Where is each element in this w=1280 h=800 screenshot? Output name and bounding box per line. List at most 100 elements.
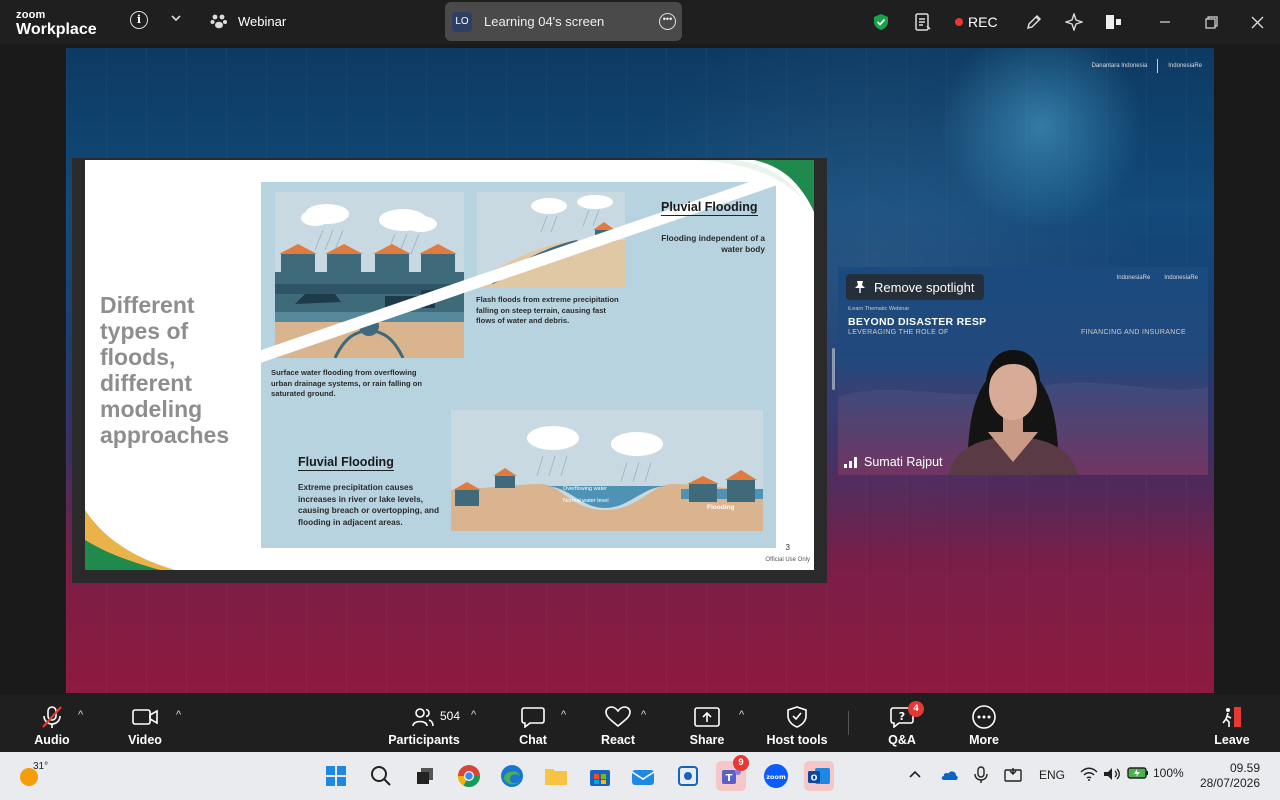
file-explorer-taskbar-button[interactable] [541, 761, 571, 791]
shared-screen[interactable]: Different types of floods, different mod… [72, 158, 827, 583]
banner-subtitle: iLearn Thematic Webinar [848, 306, 910, 312]
more-button[interactable]: More [964, 704, 1004, 747]
chrome-taskbar-button[interactable] [454, 761, 484, 791]
task-view-button[interactable] [410, 761, 440, 791]
notes-icon[interactable] [913, 10, 933, 34]
remove-spotlight-label: Remove spotlight [874, 279, 975, 295]
minimize-icon[interactable] [1156, 10, 1174, 34]
task-view-icon [417, 768, 433, 784]
chat-bubble-icon [521, 707, 545, 728]
participants-paw-icon [210, 14, 227, 29]
start-button[interactable] [321, 761, 351, 791]
chat-button[interactable]: Chat [513, 704, 553, 747]
sharer-avatar: LO [452, 11, 472, 32]
store-taskbar-button[interactable] [585, 761, 615, 791]
share-button[interactable]: Share [687, 704, 727, 747]
video-label: Video [128, 733, 162, 747]
edge-taskbar-button[interactable] [497, 761, 527, 791]
leave-label: Leave [1214, 733, 1250, 747]
react-options-caret-icon[interactable]: ^ [641, 709, 646, 721]
webinar-indicator[interactable]: Webinar [210, 13, 286, 29]
search-icon [371, 766, 391, 786]
overflow-label: Overflowing water [563, 486, 608, 492]
qa-badge: 4 [908, 701, 924, 717]
flood-types-infographic: Overflowing water Normal water level Flo… [261, 182, 776, 548]
zoom-workplace-logo: zoom Workplace [16, 10, 97, 38]
snipping-tool-taskbar-button[interactable] [673, 761, 703, 791]
chrome-icon [458, 765, 480, 787]
restore-icon[interactable] [1202, 10, 1220, 34]
ai-companion-icon[interactable] [1064, 10, 1084, 34]
microphone-tray-icon[interactable] [974, 766, 988, 787]
audio-options-caret-icon[interactable]: ^ [78, 709, 83, 721]
remove-spotlight-button[interactable]: Remove spotlight [846, 274, 985, 300]
audio-button[interactable]: Audio [30, 704, 74, 747]
store-icon [590, 770, 610, 786]
wifi-icon[interactable] [1080, 767, 1098, 784]
system-clock[interactable]: 09.59 28/07/2026 [1200, 761, 1260, 791]
chat-options-caret-icon[interactable]: ^ [561, 709, 566, 721]
surface-flood-caption: Surface water flooding from overflowing … [271, 368, 423, 398]
pluvial-title: Pluvial Flooding [661, 200, 758, 216]
recording-indicator[interactable]: REC [955, 10, 998, 34]
mail-taskbar-button[interactable] [628, 761, 658, 791]
outlook-icon: O [808, 768, 830, 784]
video-button[interactable]: Video [122, 704, 168, 747]
battery-indicator[interactable]: 100% [1127, 766, 1184, 780]
show-hidden-icons-button[interactable] [909, 768, 921, 782]
info-icon[interactable]: i [130, 11, 148, 29]
toolbar-divider [848, 711, 849, 735]
meeting-stage: Danantara Indonesia IndonesiaRe Differen… [66, 48, 1214, 693]
participant-video-feed [948, 350, 1078, 475]
participants-label: Participants [388, 733, 460, 747]
slide-page-number: 3 [785, 543, 790, 552]
close-icon[interactable] [1248, 10, 1266, 34]
teams-taskbar-button[interactable]: T 9 [716, 755, 749, 791]
svg-text:?: ? [899, 710, 905, 723]
qa-label: Q&A [888, 733, 916, 747]
logo-text-bottom: Workplace [16, 21, 97, 38]
search-button[interactable] [366, 761, 396, 791]
zoom-taskbar-button[interactable]: zoom [761, 761, 791, 791]
zoom-icon: zoom [764, 764, 788, 788]
react-button[interactable]: React [598, 704, 638, 747]
video-logo-a: IndonesiaRe [1116, 275, 1151, 281]
participants-options-caret-icon[interactable]: ^ [471, 709, 476, 721]
react-label: React [600, 733, 636, 747]
participant-name-tag: Sumati Rajput [844, 455, 943, 469]
host-tools-button[interactable]: Host tools [764, 704, 830, 747]
presentation-slide: Different types of floods, different mod… [85, 160, 814, 570]
share-label: Share [689, 733, 725, 747]
annotate-pen-icon[interactable] [1024, 10, 1044, 34]
outlook-taskbar-button[interactable]: O [804, 761, 834, 791]
encryption-shield-icon[interactable] [872, 10, 890, 34]
battery-charging-icon [1127, 767, 1148, 779]
windows-logo-icon [326, 766, 346, 786]
chevron-down-icon[interactable] [170, 12, 182, 27]
outlook-new-icon [631, 770, 655, 785]
weather-widget[interactable]: 31° [18, 761, 62, 791]
view-layout-icon[interactable] [1104, 10, 1124, 34]
spotlight-video-tile[interactable]: IndonesiaRe IndonesiaRe iLearn Thematic … [838, 267, 1208, 475]
input-language[interactable]: ENG [1039, 768, 1065, 782]
more-dots-icon [972, 705, 996, 729]
danantara-logo: Danantara Indonesia [1091, 63, 1148, 69]
shared-screen-pill[interactable]: LO Learning 04's screen ••• [445, 2, 682, 41]
pin-icon [855, 281, 865, 293]
qa-button[interactable]: ? Q&A 4 [882, 701, 924, 747]
pluvial-description: Flooding independent of a water body [661, 233, 765, 254]
splitter-handle[interactable] [832, 348, 835, 390]
flooding-label: Flooding [707, 504, 735, 511]
volume-icon[interactable] [1103, 767, 1121, 784]
leave-button[interactable]: Leave [1212, 704, 1252, 747]
share-options-caret-icon[interactable]: ^ [739, 709, 744, 721]
edge-icon [501, 765, 523, 787]
video-camera-icon [132, 709, 158, 725]
network-device-tray-icon[interactable] [1004, 766, 1022, 785]
video-options-caret-icon[interactable]: ^ [176, 709, 181, 721]
more-options-icon[interactable]: ••• [659, 13, 676, 30]
svg-text:O: O [811, 774, 818, 783]
fluvial-title: Fluvial Flooding [298, 455, 394, 471]
rec-label: REC [968, 14, 998, 30]
onedrive-tray-icon[interactable] [939, 767, 959, 784]
